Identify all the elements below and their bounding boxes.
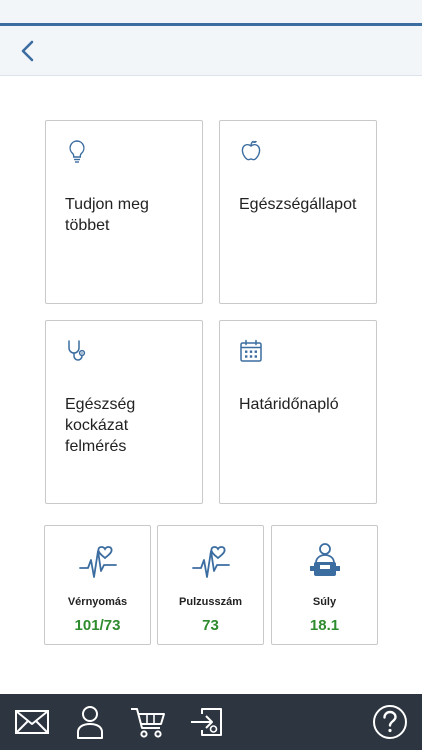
nav-messages-button[interactable]: [10, 702, 54, 742]
tile-appointment-diary[interactable]: Határidőnapló: [219, 320, 377, 504]
tile-learn-more[interactable]: Tudjon meg többet: [45, 120, 203, 304]
calendar-icon: [240, 339, 262, 362]
tile-label: Határidőnapló: [239, 396, 339, 413]
metric-value: 101/73: [74, 617, 121, 634]
metric-weight[interactable]: Súly 18.1: [271, 525, 378, 645]
tile-label: Egészségállapot: [239, 196, 357, 213]
top-accent-line: [0, 23, 422, 26]
tile-label: Egészség kockázat felmérés: [65, 396, 136, 455]
person-scale-icon: [309, 543, 340, 576]
tile-health-status[interactable]: Egészségállapot: [219, 120, 377, 304]
tile-health-risk-assessment[interactable]: Egészség kockázat felmérés: [45, 320, 203, 504]
metric-label: Vérnyomás: [67, 596, 128, 608]
tile-label: Tudjon meg többet: [65, 196, 149, 234]
nav-help-button[interactable]: [368, 702, 412, 742]
metric-blood-pressure[interactable]: Vérnyomás 101/73: [44, 525, 151, 645]
mail-icon: [15, 710, 49, 734]
help-icon: [373, 705, 407, 739]
metric-value: 18.1: [309, 617, 340, 634]
nav-logout-button[interactable]: [184, 702, 228, 742]
stethoscope-icon: [68, 340, 86, 361]
lightbulb-icon: [69, 140, 85, 163]
metric-label: Pulzusszám: [179, 596, 242, 608]
nav-cart-button[interactable]: [126, 702, 170, 742]
metric-label: Súly: [312, 596, 337, 608]
profile-icon: [77, 706, 103, 739]
top-bar: [0, 0, 422, 76]
logout-icon: [191, 708, 222, 736]
heart-pulse-icon: [78, 546, 117, 578]
chevron-left-icon: [21, 40, 34, 62]
heart-pulse-icon: [191, 546, 230, 578]
metric-value: 73: [202, 617, 219, 634]
back-button[interactable]: [10, 34, 46, 68]
bottom-nav-bar: [0, 694, 422, 750]
nav-profile-button[interactable]: [68, 702, 112, 742]
apple-icon: [241, 140, 261, 161]
metric-pulse[interactable]: Pulzusszám 73: [157, 525, 264, 645]
cart-icon: [131, 708, 165, 738]
